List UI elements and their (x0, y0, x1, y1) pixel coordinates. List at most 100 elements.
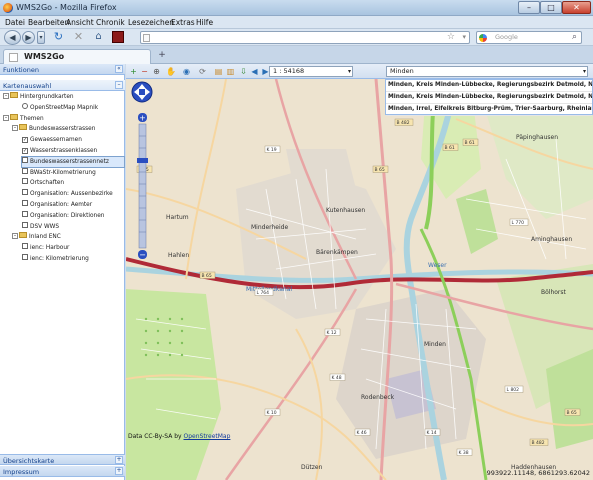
reload-icon[interactable]: ↻ (52, 31, 65, 44)
map-canvas[interactable]: MinderheideKutenhausenBärenkämpenMittell… (126, 79, 593, 480)
layer-tree-item[interactable]: ✓ Wasserstrassenklassen (22, 146, 124, 156)
folder-icon (19, 232, 27, 239)
map-selection-header[interactable]: Kartenauswahl – (0, 80, 125, 91)
layer-checkbox[interactable] (22, 189, 28, 196)
search-result-item[interactable]: Minden, Irrel, Eifelkreis Bitburg-Prüm, … (386, 104, 592, 116)
layer-checkbox[interactable] (22, 254, 28, 260)
search-result-item[interactable]: Minden, Kreis Minden-Lübbecke, Regierung… (386, 80, 592, 92)
expand-imprint-icon[interactable]: + (115, 467, 123, 475)
layer-checkbox[interactable] (22, 156, 28, 163)
map-panel[interactable]: + − ⊕ ✋ ◉ ⟳ ▤ ▥ ⇩ ◀ ▶ 1 : 54168 ▾ Minden… (126, 64, 593, 480)
expand-overview-icon[interactable]: + (115, 456, 123, 464)
area-measure-icon[interactable]: ▥ (226, 67, 235, 76)
url-bar[interactable]: ☆ ▾ (140, 31, 470, 44)
forward-icon[interactable]: ▶ (22, 31, 35, 44)
new-tab-button[interactable]: + (156, 51, 168, 62)
place-label: Weser (428, 262, 447, 269)
zoom-box-icon[interactable]: ⊕ (152, 67, 161, 76)
url-dropdown-icon[interactable]: ▾ (462, 33, 466, 41)
road-shield: B 65 (199, 271, 216, 279)
layer-tree-item[interactable]: – Inland ENC (12, 232, 124, 242)
bookmark-star-icon[interactable]: ☆ (447, 32, 455, 42)
expand-toggle-icon[interactable]: – (3, 114, 9, 121)
home-icon[interactable]: ⌂ (92, 31, 105, 44)
zoom-extent-icon[interactable]: ◉ (182, 67, 191, 76)
collapse-panel-icon[interactable]: « (115, 65, 123, 73)
svg-text:K 12: K 12 (327, 330, 337, 336)
pan-icon[interactable]: ✋ (166, 67, 176, 76)
maximize-button[interactable]: □ (540, 1, 562, 14)
layer-tree-item[interactable]: Organisation: Aemter (22, 200, 124, 210)
refresh-icon[interactable]: ⟳ (198, 67, 207, 76)
layer-checkbox[interactable] (22, 210, 28, 217)
menu-lesezeichen[interactable]: Lesezeichen (128, 18, 174, 27)
menu-extras[interactable]: Extras (171, 18, 195, 27)
layer-checkbox[interactable]: ✓ (22, 137, 28, 144)
layer-tree-item[interactable]: ✓ Gewaessernamen (22, 135, 124, 145)
road-shield: K 10 (264, 408, 281, 416)
google-icon[interactable] (479, 34, 487, 42)
layer-tree-item[interactable]: OpenStreetMap Mapnik (22, 102, 124, 113)
osm-link[interactable]: OpenStreetMap (184, 433, 231, 440)
addon-icon[interactable] (112, 31, 124, 43)
layer-checkbox[interactable] (22, 178, 28, 185)
scale-dropdown-icon[interactable]: ▾ (348, 67, 351, 76)
layer-tree-item[interactable]: DSV WWS (22, 221, 124, 232)
layer-checkbox[interactable]: ✓ (22, 148, 28, 154)
search-go-icon[interactable]: ⌕ (572, 32, 577, 42)
close-window-button[interactable]: ✕ (562, 1, 591, 14)
layer-radio[interactable] (22, 102, 28, 109)
place-search-input[interactable]: Minden ▾ (386, 66, 588, 77)
history-dropdown-icon[interactable]: ▾ (37, 31, 45, 44)
back-icon[interactable]: ◀ (4, 30, 21, 45)
stop-icon[interactable]: ✕ (72, 31, 85, 44)
place-search-dropdown-icon[interactable]: ▾ (583, 67, 586, 76)
layer-tree-item[interactable]: – Bundeswasserstrassen (12, 124, 124, 134)
folder-icon (19, 124, 27, 131)
layer-checkbox[interactable] (22, 200, 28, 206)
menu-ansicht[interactable]: Ansicht (66, 18, 94, 27)
web-search-field[interactable]: Google (476, 31, 582, 44)
layer-checkbox[interactable] (22, 167, 28, 174)
tab-wms2go[interactable]: WMS2Go (3, 49, 151, 64)
svg-text:L 802: L 802 (507, 387, 520, 393)
collapse-section-icon[interactable]: – (115, 81, 123, 89)
layer-tree-item[interactable]: ienc: Harbour (22, 243, 124, 253)
menu-hilfe[interactable]: Hilfe (196, 18, 213, 27)
zoom-out-tool-icon[interactable]: − (140, 67, 149, 76)
layer-tree-item[interactable]: Ortschaften (22, 178, 124, 188)
attribution-prefix: Data CC-By-SA by (128, 433, 184, 440)
scale-select[interactable]: 1 : 54168 ▾ (269, 66, 353, 77)
layer-tree-item[interactable]: ienc: Kilometrierung (22, 254, 124, 264)
layer-checkbox[interactable] (22, 221, 28, 228)
minimize-button[interactable]: – (518, 1, 540, 14)
menu-bearbeiten[interactable]: Bearbeiten (28, 18, 69, 27)
layer-tree-item[interactable]: – Hintergrundkarten (3, 92, 124, 102)
navigation-bar: ◀ ▶ ▾ ↻ ✕ ⌂ ☆ ▾ Google ⌕ (0, 29, 593, 46)
imprint-header[interactable]: Impressum + (0, 466, 125, 477)
place-label: Bölhorst (541, 289, 567, 296)
layer-tree-item[interactable]: Organisation: Direktionen (22, 210, 124, 221)
layer-label: BWaStr-Kilometrierung (30, 169, 96, 176)
road-shield: B 65 (372, 165, 389, 173)
layer-checkbox[interactable] (22, 243, 28, 250)
layer-label: Inland ENC (29, 234, 61, 241)
expand-toggle-icon[interactable]: – (12, 125, 18, 132)
overview-map-header[interactable]: Übersichtskarte + (0, 454, 125, 465)
measure-icon[interactable]: ▤ (214, 67, 223, 76)
svg-text:+: + (139, 114, 146, 123)
layer-tree-item[interactable]: Organisation: Aussenbezirke (22, 189, 124, 199)
expand-toggle-icon[interactable]: – (12, 233, 18, 240)
prev-extent-icon[interactable]: ◀ (250, 67, 259, 76)
layer-tree-item[interactable]: – Themen (3, 113, 124, 124)
layer-tree-item[interactable]: BWaStr-Kilometrierung (22, 167, 124, 178)
zoom-in-tool-icon[interactable]: + (129, 67, 138, 76)
menu-datei[interactable]: Datei (5, 18, 25, 27)
road-shield: K 12 (324, 328, 341, 336)
menu-chronik[interactable]: Chronik (96, 18, 125, 27)
download-icon[interactable]: ⇩ (239, 67, 248, 76)
expand-toggle-icon[interactable]: – (3, 93, 9, 99)
layer-tree-item[interactable]: Bundeswasserstrassennetz (21, 155, 125, 168)
place-label: Minden (424, 341, 446, 348)
search-result-item[interactable]: Minden, Kreis Minden-Lübbecke, Regierung… (386, 92, 592, 104)
